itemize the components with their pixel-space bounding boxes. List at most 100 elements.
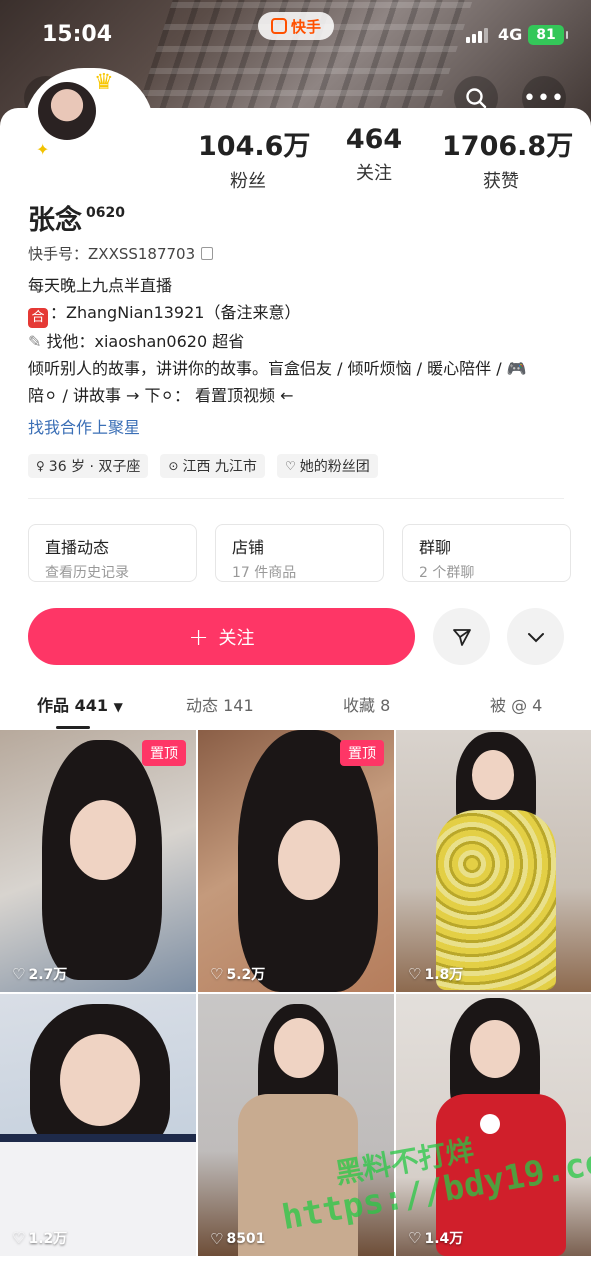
follow-button[interactable]: + 关注	[28, 608, 415, 665]
like-count: ♡ 2.7万	[12, 964, 67, 984]
fan-club-icon: ♡	[284, 459, 296, 473]
card-shop[interactable]: 店铺 17 件商品	[215, 524, 384, 582]
kuaishou-id-value: ZXXSS187703	[88, 245, 196, 263]
stat-followers[interactable]: 104.6万 粉丝	[198, 124, 311, 193]
heart-icon: ♡	[408, 965, 422, 983]
card-live-history[interactable]: 直播动态 查看历史记录	[28, 524, 197, 582]
pointing-hand-icon: ✎	[28, 332, 42, 351]
video-tile[interactable]: ♡ 1.4万	[396, 994, 591, 1256]
profile-name: 张念 0620	[28, 198, 125, 237]
tag-age[interactable]: ♀ 36 岁 · 双子座	[28, 454, 149, 478]
thumbnail-pompom	[480, 1114, 500, 1134]
jx-cooperation-link[interactable]: 找我合作上聚星	[28, 414, 140, 438]
divider	[28, 498, 564, 499]
like-count: ♡ 1.8万	[408, 964, 463, 984]
gender-female-icon: ♀	[36, 459, 45, 473]
crown-icon: ♛	[94, 70, 114, 95]
app-indicator-pill[interactable]: 快手	[258, 12, 334, 40]
caret-down-icon: ▼	[113, 700, 123, 714]
like-count: ♡ 1.2万	[12, 1228, 67, 1248]
profile-tags: ♀ 36 岁 · 双子座 ⊙ 江西 九江市 ♡ 她的粉丝团	[28, 454, 378, 478]
stat-likes[interactable]: 1706.8万 获赞	[442, 124, 573, 193]
like-value: 1.4万	[424, 1231, 464, 1247]
kuaishou-id-label: 快手号：	[28, 245, 89, 263]
card-subtitle: 2 个群聊	[419, 565, 475, 581]
more-dots-icon: •••	[523, 85, 565, 111]
stat-value: 464	[345, 124, 403, 155]
thumbnail-face	[70, 800, 136, 880]
video-tile[interactable]: 置顶 ♡ 2.7万	[0, 730, 196, 992]
content-tabs: 作品 441 ▼ 动态 141 收藏 8 被 @ 4	[0, 690, 591, 720]
like-count: ♡ 5.2万	[210, 964, 265, 984]
profile-name-text: 张念	[28, 205, 82, 236]
stat-label: 关注	[356, 163, 392, 184]
bio-line: 陪⚪ / 讲故事 → 下⚪： 看置顶视频 ←	[28, 386, 294, 405]
pinned-badge: 置顶	[340, 740, 384, 766]
stat-value: 104.6万	[198, 131, 311, 162]
message-button[interactable]	[433, 608, 490, 665]
heart-icon: ♡	[408, 1229, 422, 1247]
like-value: 1.2万	[28, 1231, 68, 1247]
tag-label: 江西 九江市	[182, 459, 257, 475]
kuaishou-logo-icon	[270, 18, 287, 34]
card-title: 群聊	[419, 538, 452, 557]
tag-fan-club[interactable]: ♡ 她的粉丝团	[276, 454, 378, 478]
profile-name-suffix: 0620	[86, 205, 125, 221]
stat-following[interactable]: 464 关注	[334, 124, 414, 185]
signal-icon	[466, 28, 488, 43]
more-options-button[interactable]	[507, 608, 564, 665]
like-value: 8501	[226, 1231, 266, 1247]
bio-line: 合：ZhangNian13921（备注来意）	[28, 299, 568, 328]
network-type: 4G	[498, 25, 523, 44]
follow-label: 关注	[218, 627, 255, 649]
bio-line-text: ：ZhangNian13921（备注来意）	[50, 303, 301, 322]
tab-label: 作品 441	[37, 696, 108, 715]
heart-icon: ♡	[12, 1229, 26, 1247]
card-subtitle: 17 件商品	[232, 565, 297, 581]
card-group-chat[interactable]: 群聊 2 个群聊	[402, 524, 571, 582]
thumbnail-face	[470, 1020, 520, 1078]
status-bar: 15:04 快手 4G 81	[0, 0, 591, 70]
sparkle-icon: ✦	[36, 140, 50, 159]
avatar[interactable]	[38, 82, 96, 140]
card-title: 店铺	[232, 538, 265, 557]
battery-icon: 81	[528, 25, 568, 45]
bio-line-text: 找他：xiaoshan0620 超省	[46, 332, 245, 351]
thumbnail-dress	[436, 810, 556, 990]
search-icon	[466, 88, 487, 109]
tag-location[interactable]: ⊙ 江西 九江市	[160, 454, 265, 478]
heart-icon: ♡	[210, 965, 224, 983]
thumbnail-face	[278, 820, 340, 900]
like-value: 2.7万	[28, 967, 68, 983]
kuaishou-id: 快手号：ZXXSS187703	[28, 243, 214, 264]
like-value: 1.8万	[424, 967, 464, 983]
stat-label: 获赞	[483, 171, 519, 192]
thumbnail-face	[60, 1034, 140, 1126]
video-tile[interactable]: ♡ 1.2万	[0, 994, 196, 1256]
pinned-badge: 置顶	[142, 740, 186, 766]
bio-line: ✎ 找他：xiaoshan0620 超省	[28, 328, 568, 355]
app-name: 快手	[290, 17, 321, 36]
card-title: 直播动态	[45, 538, 110, 557]
send-icon	[452, 628, 471, 646]
stat-label: 粉丝	[230, 171, 266, 192]
tab-indicator	[56, 726, 90, 729]
tab-favorites[interactable]: 收藏 8	[343, 692, 390, 716]
plus-icon: +	[188, 622, 209, 651]
tab-moments[interactable]: 动态 141	[186, 692, 254, 716]
bio-line: 每天晚上九点半直播	[28, 276, 173, 295]
cooperation-emoji-icon: 合	[28, 308, 48, 328]
video-tile[interactable]: 置顶 ♡ 5.2万	[198, 730, 394, 992]
like-count: ♡ 1.4万	[408, 1228, 463, 1248]
like-value: 5.2万	[226, 967, 266, 983]
tab-mentioned[interactable]: 被 @ 4	[490, 692, 542, 716]
heart-icon: ♡	[12, 965, 26, 983]
thumbnail-face	[274, 1018, 324, 1078]
like-count: ♡ 8501	[210, 1230, 265, 1248]
video-tile[interactable]: ♡ 1.8万	[396, 730, 591, 992]
chevron-down-icon	[527, 632, 544, 642]
tag-label: 36 岁 · 双子座	[48, 459, 141, 475]
tab-works[interactable]: 作品 441 ▼	[37, 692, 123, 716]
copy-icon[interactable]	[201, 247, 214, 260]
bio: 每天晚上九点半直播 合：ZhangNian13921（备注来意） ✎ 找他：xi…	[28, 272, 568, 409]
